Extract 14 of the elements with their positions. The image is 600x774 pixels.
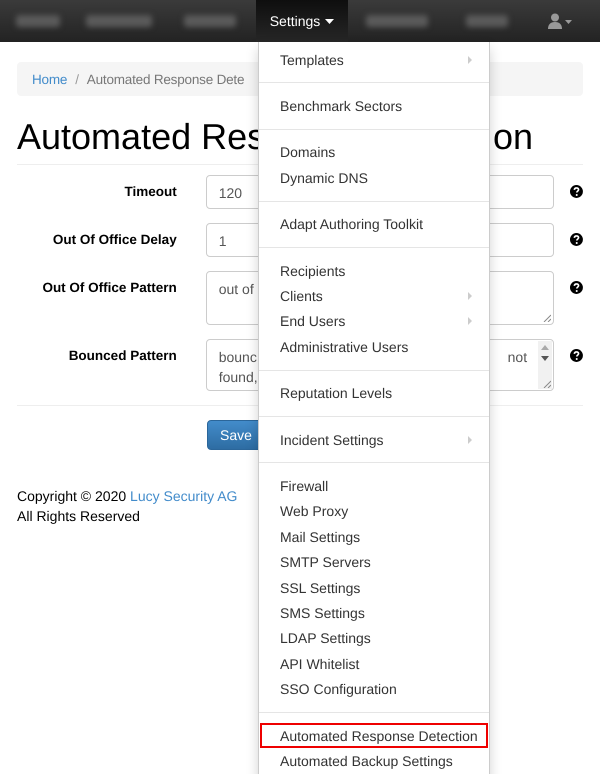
field-value: bounc found, [218,348,258,383]
field-value: 1 [218,232,226,249]
copyright-text: Copyright © 2020 Lucy Security AG [17,487,238,506]
field-value: out of [218,280,254,299]
breadcrumb-separator: / [75,72,79,86]
field-label: Bounced Pattern [68,347,177,363]
breadcrumb-current: Automated Response Dete [86,72,244,86]
page-title: on [492,116,533,158]
field-label: Out Of Office Pattern [41,279,177,295]
rights-text: All Rights Reserved [17,507,140,526]
field-label: Timeout [123,183,177,199]
field-value: 120 [218,184,242,201]
field-label: Out Of Office Delay [52,231,177,247]
field-value: not [508,348,528,367]
